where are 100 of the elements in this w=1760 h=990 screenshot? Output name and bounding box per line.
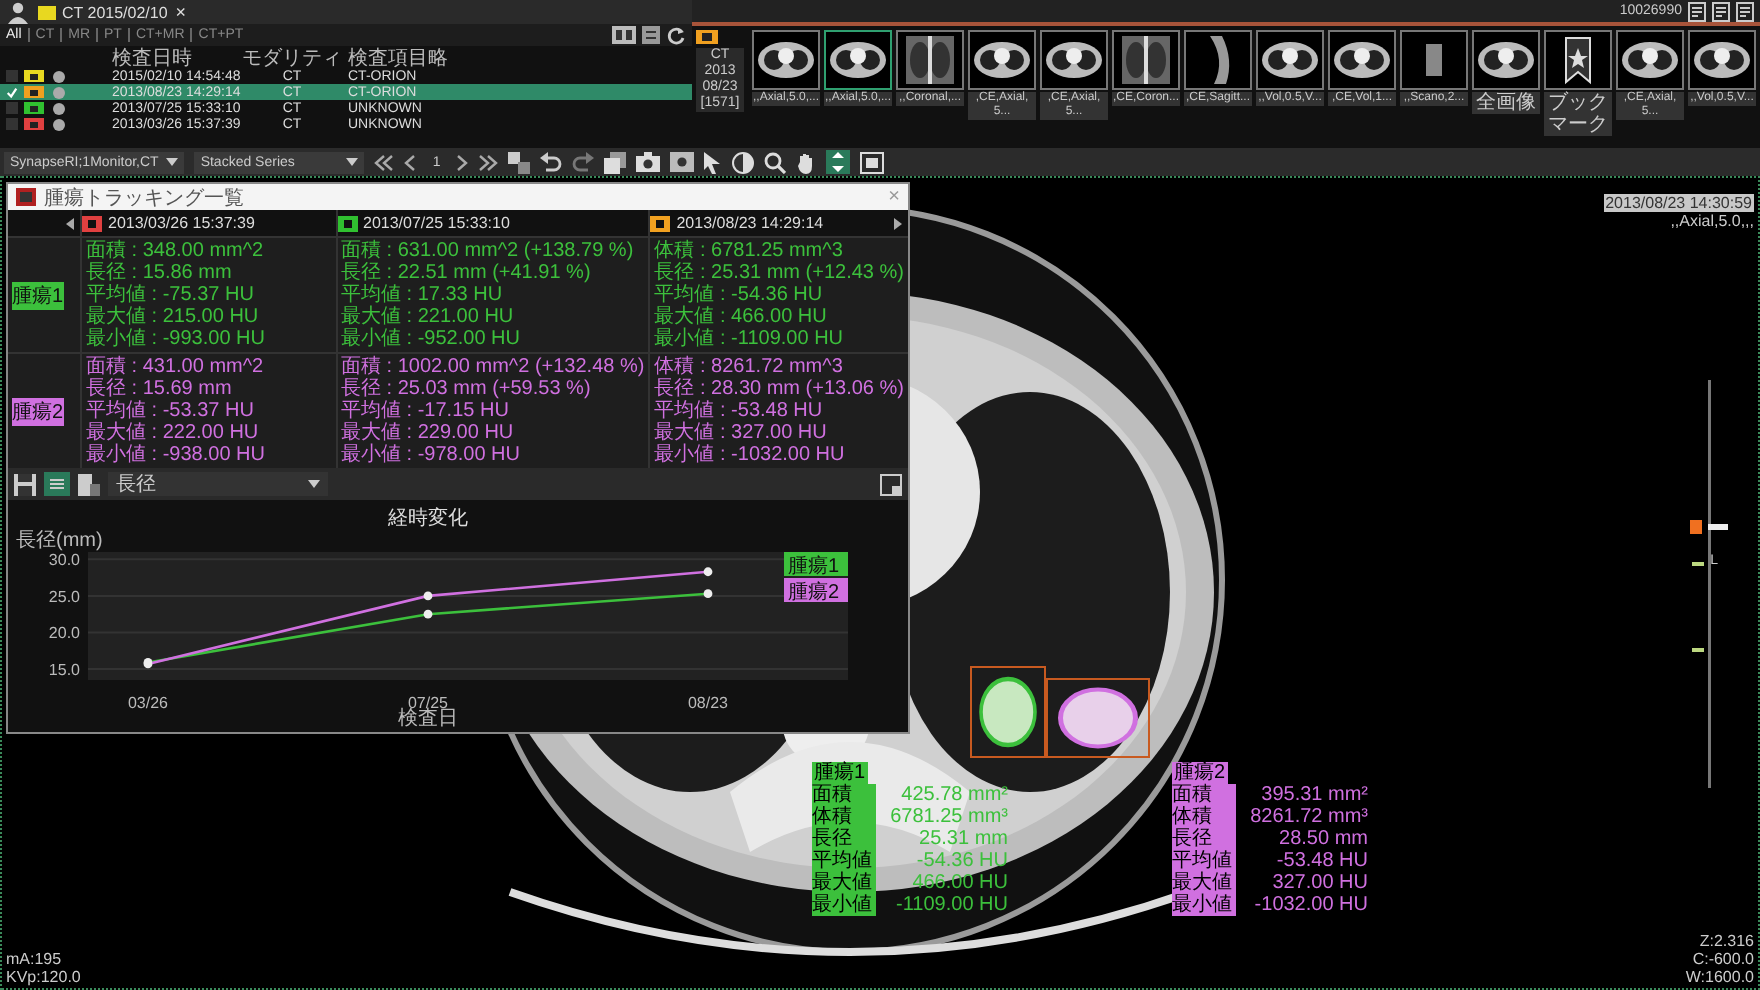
save-icon[interactable] — [14, 473, 36, 495]
series-thumbnail[interactable] — [896, 30, 964, 90]
refresh-icon[interactable] — [666, 25, 686, 45]
measure-value: 6781.25 mm³ — [888, 806, 1008, 828]
grid-view-icon[interactable] — [612, 26, 636, 44]
measure-name: 長径 — [1172, 828, 1236, 850]
table-icon[interactable] — [44, 472, 70, 496]
study-tab[interactable]: CT 2015/02/10 — [38, 3, 168, 21]
series-thumbnail[interactable] — [1544, 30, 1612, 90]
window-parameter: Z:2.316 — [1699, 932, 1754, 950]
series-thumbnail[interactable] — [1184, 30, 1252, 90]
camera-icon[interactable] — [670, 152, 695, 172]
measure-value: 8261.72 mm³ — [1248, 806, 1368, 828]
legend-item: 腫瘍2 — [784, 578, 848, 604]
y-tick-label: 30.0 — [48, 551, 80, 570]
y-tick-label: 25.0 — [48, 587, 80, 606]
series-thumbnail[interactable] — [1328, 30, 1396, 90]
image-datetime: 2013/08/23 14:30:59 — [1603, 194, 1754, 212]
measure-value: -54.36 HU — [914, 850, 1008, 872]
y-tick-label: 15.0 — [48, 661, 80, 680]
roi-label: 腫瘍1 — [812, 762, 868, 784]
series-thumbnail[interactable] — [1616, 30, 1684, 90]
column-header[interactable]: 検査日時 — [112, 43, 236, 71]
user-icon[interactable] — [6, 1, 30, 23]
scroll-right-icon[interactable] — [894, 218, 902, 230]
series-thumbnail[interactable] — [1112, 30, 1180, 90]
app-icon — [16, 188, 36, 206]
roi-rectangle[interactable] — [1046, 678, 1150, 758]
scan-parameter: mA:195 — [6, 950, 64, 968]
series-thumbnail[interactable] — [968, 30, 1036, 90]
column-header[interactable]: モダリティ — [236, 43, 348, 71]
measure-value: -53.48 HU — [1274, 850, 1368, 872]
column-header: 2013/08/23 14:29:14 — [676, 214, 824, 232]
list-view-icon[interactable] — [642, 26, 660, 44]
checkbox[interactable] — [6, 70, 18, 82]
hand-icon[interactable] — [796, 151, 817, 173]
x-tick-label: 03/26 — [127, 694, 169, 712]
checkbox[interactable] — [6, 86, 18, 98]
measure-name: 体積 — [1172, 806, 1236, 828]
measure-value: 25.31 mm — [917, 828, 1008, 850]
measure-name: 最大値 — [812, 872, 876, 894]
scroll-arrows-icon[interactable] — [826, 150, 851, 174]
series-thumbnail[interactable] — [752, 30, 820, 90]
document-icon[interactable] — [1736, 1, 1754, 21]
roi-label: 腫瘍2 — [1172, 762, 1228, 784]
checkbox[interactable] — [6, 102, 18, 114]
measure-value: 327.00 HU — [1270, 872, 1368, 894]
measure-value: 28.50 mm — [1277, 828, 1368, 850]
caret-icon — [346, 158, 359, 166]
measurement-cell: 体積 : 8261.72 mm^3 長径 : 28.30 mm (+13.06 %) 平均値 : -53.48 HU 最大値 : 327.00 HU 最小値 : -1032.00 HU — [650, 354, 908, 468]
measure-value: -1109.00 HU — [894, 894, 1008, 916]
measurement-cell: 体積 : 6781.25 mm^3 長径 : 25.31 mm (+12.43 %) 平均値 : -54.36 HU 最大値 : 466.00 HU 最小値 : -1109.00 HU — [650, 238, 908, 352]
series-thumbnail[interactable] — [1040, 30, 1108, 90]
scroll-left-icon[interactable] — [66, 217, 74, 229]
tile-icon[interactable] — [508, 151, 531, 173]
zoom-icon[interactable] — [764, 151, 787, 173]
window-parameter: W:1600.0 — [1685, 968, 1754, 986]
series-thumbnail[interactable] — [1400, 30, 1468, 90]
series-thumbnail[interactable] — [824, 30, 892, 90]
measure-dropdown[interactable]: 長径 — [108, 472, 328, 496]
undo-icon[interactable] — [540, 152, 563, 172]
document-icon[interactable] — [1712, 1, 1730, 21]
series-thumbnail[interactable] — [1472, 30, 1540, 90]
measure-name: 体積 — [812, 806, 876, 828]
caret-icon — [308, 480, 320, 488]
close-tab-button[interactable]: × — [175, 2, 187, 22]
first-page-icon[interactable] — [374, 153, 395, 171]
series-info: ,,Axial,5.0,,, — [1670, 212, 1754, 230]
measurement-cell: 面積 : 348.00 mm^2 長径 : 15.86 mm 平均値 : -75.37 HU 最大値 : 215.00 HU 最小値 : -993.00 HU — [82, 238, 335, 352]
window-parameter: C:-600.0 — [1692, 950, 1754, 968]
contrast-icon[interactable] — [732, 151, 755, 173]
previous-icon[interactable] — [404, 153, 417, 171]
x-tick-label: 08/23 — [687, 694, 729, 712]
next-icon[interactable] — [456, 153, 469, 171]
window-icon[interactable] — [880, 473, 902, 495]
redo-icon[interactable] — [572, 152, 595, 172]
checkbox[interactable] — [6, 118, 18, 130]
measure-value: 425.78 mm² — [899, 784, 1008, 806]
column-header[interactable]: 検査項目略 — [348, 43, 448, 71]
camera-icon[interactable] — [636, 152, 661, 172]
document-icon[interactable] — [1688, 1, 1706, 21]
measure-value: -1032.00 HU — [1252, 894, 1368, 916]
series-label: 全画像 — [1472, 92, 1540, 114]
last-page-icon[interactable] — [478, 153, 499, 171]
stack-icon[interactable] — [604, 151, 627, 173]
camera-badge-icon — [696, 30, 718, 44]
measure-name: 最小値 — [1172, 894, 1236, 916]
chart-title: 経時変化 — [388, 508, 468, 530]
series-thumbnail[interactable] — [1688, 30, 1756, 90]
series-thumbnail[interactable] — [1256, 30, 1324, 90]
roi-rectangle[interactable] — [970, 666, 1046, 758]
tumor-label: 腫瘍1 — [12, 281, 64, 309]
measure-name: 最小値 — [812, 894, 876, 916]
tumor-label: 腫瘍2 — [12, 397, 64, 425]
pointer-icon[interactable] — [704, 151, 723, 173]
measure-name: 最大値 — [1172, 872, 1236, 894]
scan-parameter: KVp:120.0 — [6, 968, 81, 986]
layout-icon[interactable] — [860, 151, 885, 173]
export-icon[interactable] — [78, 473, 100, 495]
column-header: 2013/03/26 15:37:39 — [108, 214, 255, 232]
